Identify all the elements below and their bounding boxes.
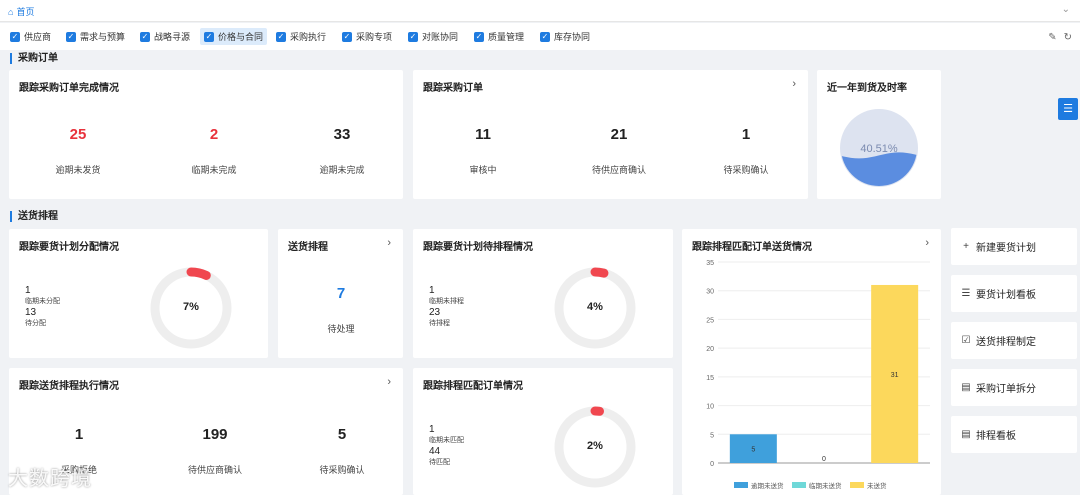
checkbox-icon: ✓ — [66, 31, 76, 42]
legend-label[interactable]: 临期未送货 — [809, 481, 842, 490]
filter-inventory[interactable]: ✓ 库存协同 — [536, 28, 594, 45]
y-tick-label: 30 — [706, 289, 714, 296]
stat-overdue-unshipped[interactable]: 25 逾期未发货 — [23, 126, 133, 176]
checkbox-icon: ✓ — [140, 31, 150, 42]
legend-swatch — [792, 482, 806, 488]
home-breadcrumb[interactable]: ⌂ 首页 — [8, 5, 34, 18]
filter-price-contract[interactable]: ✓ 价格与合同 — [200, 28, 268, 45]
card-title: 送货排程 — [288, 242, 328, 253]
card-title: 跟踪排程匹配订单情况 — [423, 381, 523, 392]
checklist-icon: ☑ — [961, 335, 971, 346]
demand-plan-board-button[interactable]: ☰ 要货计划看板 — [951, 275, 1077, 312]
plan-pending-values: 1 临期未排程 23 待排程 — [429, 285, 464, 327]
filter-demand-budget[interactable]: ✓ 需求与预算 — [62, 28, 129, 45]
ring-progress — [590, 267, 609, 278]
legend-swatch — [850, 482, 864, 488]
filter-strategic-sourcing[interactable]: ✓ 战略寻源 — [136, 28, 194, 45]
delivery-bar-chart: 0 5 10 15 20 25 30 35 5 0 31 逾期未送货 临期未送货 未送货 — [706, 260, 930, 490]
stat-reviewing[interactable]: 11 审核中 — [428, 126, 538, 176]
card-delivery-schedule: 送货排程 › 7 待处理 — [278, 229, 403, 358]
legend-label[interactable]: 未送货 — [867, 481, 887, 490]
gauge-percent: 40.51% — [860, 143, 898, 155]
y-tick-label: 0 — [710, 461, 714, 468]
card-title: 跟踪采购订单完成情况 — [19, 83, 119, 94]
bar-data-label: 0 — [822, 456, 826, 463]
ontime-liquid-gauge: 40.51% — [840, 109, 918, 187]
section-title-delivery: 送货排程 — [10, 211, 58, 222]
document-icon: ▤ — [961, 429, 971, 440]
floating-menu-icon[interactable]: ☰ — [1058, 98, 1078, 120]
card-order-completion: 跟踪采购订单完成情况 25 逾期未发货 2 临期未完成 33 逾期未完成 — [9, 70, 403, 199]
y-tick-label: 15 — [706, 375, 714, 382]
card-title: 跟踪采购订单 — [423, 83, 483, 94]
plan-alloc-values: 1 临期未分配 13 待分配 — [25, 285, 60, 327]
y-tick-label: 20 — [706, 346, 714, 353]
chevron-right-icon[interactable]: › — [792, 78, 796, 90]
stat-pending-supplier[interactable]: 21 待供应商确认 — [564, 126, 674, 176]
checkbox-icon: ✓ — [408, 31, 418, 42]
card-plan-pending: 跟踪要货计划待排程情况 1 临期未排程 23 待排程 4% — [413, 229, 673, 358]
plan-alloc-percent: 7% — [183, 301, 199, 313]
filter-supplier[interactable]: ✓ 供应商 — [6, 28, 55, 45]
list-icon: ☰ — [961, 288, 971, 299]
plan-pending-percent: 4% — [587, 301, 603, 313]
legend-label[interactable]: 逾期未送货 — [751, 481, 784, 490]
card-ontime-rate: 近一年到货及时率 40.51% — [817, 70, 941, 199]
y-tick-label: 5 — [710, 432, 714, 439]
schedule-board-button[interactable]: ▤ 排程看板 — [951, 416, 1077, 453]
filter-purchase-exec[interactable]: ✓ 采购执行 — [272, 28, 330, 45]
filter-reconciliation[interactable]: ✓ 对账协同 — [404, 28, 462, 45]
stat-near-due-incomplete[interactable]: 2 临期未完成 — [159, 126, 269, 176]
card-schedule-match: 跟踪排程匹配订单情况 1 临期未匹配 44 待匹配 2% — [413, 368, 673, 495]
edit-icon[interactable]: ✎ — [1048, 32, 1056, 43]
bar-data-label: 5 — [751, 447, 755, 454]
order-split-button[interactable]: ▤ 采购订单拆分 — [951, 369, 1077, 406]
home-icon: ⌂ — [8, 6, 14, 17]
new-demand-plan-button[interactable]: + 新建要货计划 — [951, 228, 1077, 265]
delivery-schedule-create-button[interactable]: ☑ 送货排程制定 — [951, 322, 1077, 359]
stat-exec-pending-supplier[interactable]: 199 待供应商确认 — [160, 426, 270, 476]
card-title: 跟踪要货计划分配情况 — [19, 242, 119, 253]
ring-progress — [186, 267, 211, 280]
section-title-purchase: 采购订单 — [10, 53, 58, 64]
top-bar: ⌂ 首页 ⌄ — [0, 0, 1080, 22]
chevron-right-icon[interactable]: › — [387, 376, 391, 388]
stat-overdue-incomplete[interactable]: 33 逾期未完成 — [287, 126, 397, 176]
stat-pending-purchaser[interactable]: 1 待采购确认 — [691, 126, 801, 176]
card-plan-allocation: 跟踪要货计划分配情况 1 临期未分配 13 待分配 7% — [9, 229, 268, 358]
match-values: 1 临期未匹配 44 待匹配 — [429, 424, 464, 466]
checkbox-icon: ✓ — [204, 31, 214, 42]
y-tick-label: 35 — [706, 260, 714, 267]
checkbox-icon: ✓ — [10, 31, 20, 42]
card-title: 近一年到货及时率 — [827, 83, 907, 94]
y-tick-label: 10 — [706, 404, 714, 411]
watermark-logo: 大数跨境 — [8, 468, 92, 490]
module-filter-bar: ✓ 供应商 ✓ 需求与预算 ✓ 战略寻源 ✓ 价格与合同 ✓ 采购执行 ✓ 采购专项 ✓ 对账… — [0, 23, 1080, 50]
document-icon: ▤ — [961, 382, 971, 393]
legend-swatch — [734, 482, 748, 488]
checkbox-icon: ✓ — [540, 31, 550, 42]
filter-purchase-special[interactable]: ✓ 采购专项 — [338, 28, 396, 45]
refresh-icon[interactable]: ↻ — [1064, 32, 1072, 43]
card-track-orders: 跟踪采购订单 › 11 审核中 21 待供应商确认 1 待采购确认 — [413, 70, 808, 199]
stat-exec-pending-purchaser[interactable]: 5 待采购确认 — [287, 426, 397, 476]
filter-quality[interactable]: ✓ 质量管理 — [470, 28, 528, 45]
card-title: 跟踪送货排程执行情况 — [19, 381, 119, 392]
checkbox-icon: ✓ — [342, 31, 352, 42]
checkbox-icon: ✓ — [276, 31, 286, 42]
chevron-down-icon[interactable]: ⌄ — [1062, 4, 1070, 15]
stat-to-process[interactable]: 7 待处理 — [286, 285, 396, 335]
bar-data-label: 31 — [891, 372, 899, 379]
plus-icon: + — [963, 241, 969, 252]
chevron-right-icon[interactable]: › — [387, 237, 391, 249]
home-label: 首页 — [16, 7, 35, 17]
card-delivery-chart: 跟踪排程匹配订单送货情况 › 0 5 10 15 20 25 30 35 5 0 31 逾期未送货 临期… — [682, 229, 941, 495]
y-tick-label: 25 — [706, 317, 714, 324]
checkbox-icon: ✓ — [474, 31, 484, 42]
card-title: 跟踪要货计划待排程情况 — [423, 242, 533, 253]
match-percent: 2% — [587, 440, 603, 452]
